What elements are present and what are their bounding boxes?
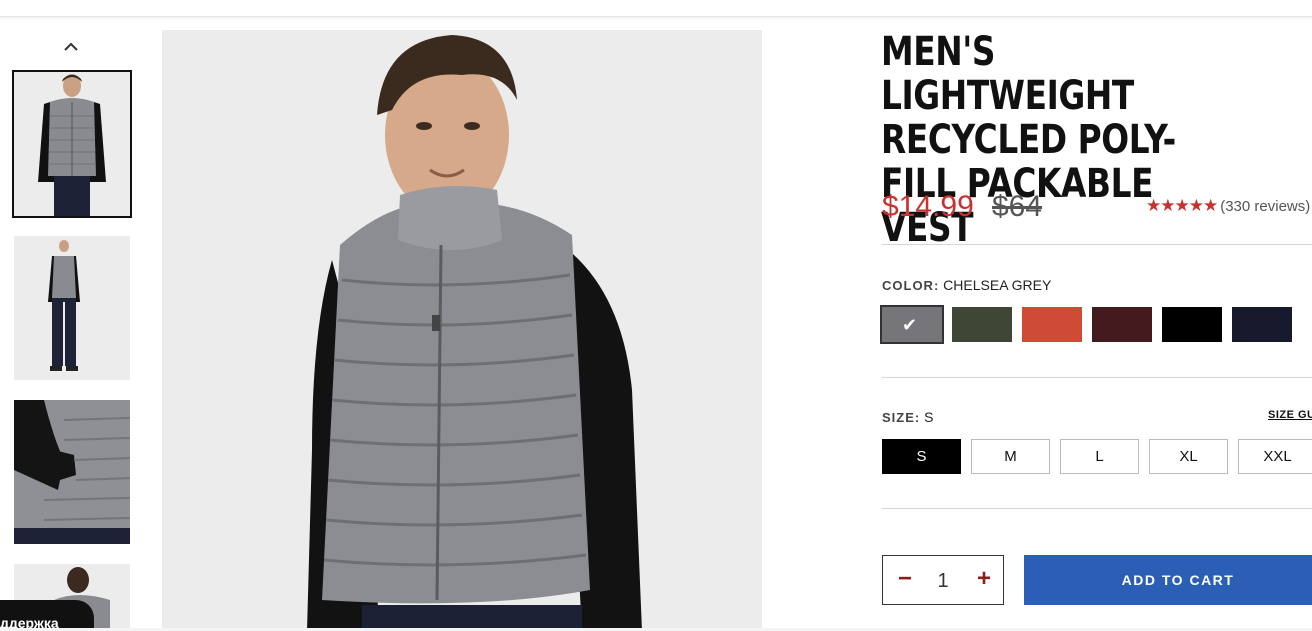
- divider: [882, 244, 1312, 245]
- color-label-row: COLOR: CHELSEA GREY: [882, 277, 1051, 293]
- selected-size: S: [924, 409, 934, 425]
- quantity-stepper: − 1 +: [882, 555, 1004, 605]
- divider: [882, 377, 1312, 378]
- size-option-button[interactable]: L: [1060, 439, 1139, 474]
- color-swatch[interactable]: [1022, 307, 1082, 342]
- main-product-image[interactable]: [162, 30, 762, 631]
- top-header-bar: [0, 0, 1312, 17]
- thumbnail-full-body[interactable]: [14, 236, 130, 380]
- decrease-quantity-button[interactable]: −: [895, 567, 915, 592]
- star-rating-icon: ★★★★★: [1146, 196, 1218, 215]
- divider: [882, 508, 1312, 509]
- color-swatch[interactable]: [1092, 307, 1152, 342]
- original-price: $64: [992, 190, 1043, 223]
- rating-summary[interactable]: ★★★★★ (330 reviews): [1146, 196, 1310, 216]
- color-swatch[interactable]: ✔: [880, 305, 944, 344]
- size-label-row: SIZE: S: [882, 409, 933, 425]
- thumbnail-scroll-up-icon[interactable]: [60, 38, 82, 56]
- size-guide-link[interactable]: SIZE GUIDE: [1268, 409, 1312, 421]
- sale-price: $14.99: [882, 190, 974, 223]
- reviews-count-link[interactable]: (330 reviews): [1220, 198, 1310, 215]
- size-option-button[interactable]: S: [882, 439, 961, 474]
- color-swatch[interactable]: [952, 307, 1012, 342]
- support-chat-chip[interactable]: ддержка: [0, 600, 94, 631]
- size-option-button[interactable]: XXL: [1238, 439, 1312, 474]
- color-swatch[interactable]: [1232, 307, 1292, 342]
- quantity-value[interactable]: 1: [929, 570, 957, 593]
- checkmark-icon: ✔: [902, 315, 918, 335]
- size-option-button[interactable]: M: [971, 439, 1050, 474]
- size-option-button[interactable]: XL: [1149, 439, 1228, 474]
- add-to-cart-button[interactable]: ADD TO CART: [1024, 555, 1312, 605]
- price-row: $14.99 $64 ★★★★★ (330 reviews): [882, 190, 1312, 230]
- selected-color-name: CHELSEA GREY: [943, 277, 1052, 293]
- increase-quantity-button[interactable]: +: [973, 567, 995, 592]
- size-label: SIZE:: [882, 410, 921, 425]
- thumbnail-front-view[interactable]: [12, 70, 132, 218]
- thumbnail-pocket-detail[interactable]: [14, 400, 130, 544]
- color-label: COLOR:: [882, 278, 940, 293]
- color-swatch[interactable]: [1162, 307, 1222, 342]
